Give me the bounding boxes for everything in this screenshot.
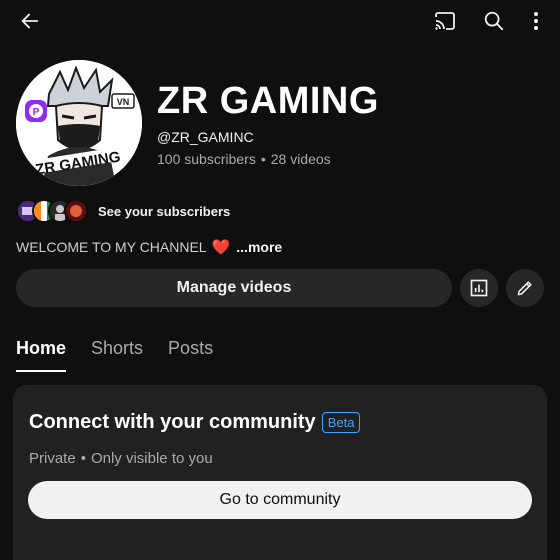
community-title-text: Connect with your community xyxy=(29,411,316,433)
avatar-badge-text: VN xyxy=(117,97,130,107)
description-text: WELCOME TO MY CHANNEL xyxy=(16,239,207,255)
analytics-button[interactable] xyxy=(460,269,498,307)
go-to-community-label: Go to community xyxy=(219,491,341,508)
tab-posts[interactable]: Posts xyxy=(168,336,213,372)
more-link[interactable]: ...more xyxy=(236,239,282,255)
subscriber-count: 100 subscribers xyxy=(157,151,256,167)
subscriber-avatar-stack xyxy=(16,199,88,223)
heart-emoji: ❤️ xyxy=(211,239,231,256)
see-subscribers-row[interactable]: See your subscribers xyxy=(16,198,230,224)
beta-badge: Beta xyxy=(321,412,361,433)
svg-text:P: P xyxy=(33,107,40,118)
visibility-label: Only visible to you xyxy=(90,450,213,467)
channel-tabs: Home Shorts Posts xyxy=(16,336,238,372)
more-vertical-icon[interactable] xyxy=(524,6,548,36)
manage-videos-label: Manage videos xyxy=(176,279,292,296)
channel-handle: @ZR_GAMINC xyxy=(157,129,254,145)
tab-home[interactable]: Home xyxy=(16,336,67,372)
back-arrow-icon[interactable] xyxy=(14,6,46,36)
cast-icon[interactable] xyxy=(430,6,460,36)
channel-stats: 100 subscribers • 28 videos xyxy=(157,151,331,167)
see-subscribers-link[interactable]: See your subscribers xyxy=(98,204,230,219)
tab-shorts[interactable]: Shorts xyxy=(91,336,143,372)
subscriber-avatar xyxy=(64,199,88,223)
video-count: 28 videos xyxy=(270,151,331,167)
channel-description[interactable]: WELCOME TO MY CHANNEL ❤️ ...more xyxy=(16,238,282,256)
channel-name: ZR GAMING xyxy=(157,80,379,122)
community-card-title: Connect with your community Beta xyxy=(29,411,361,434)
search-icon[interactable] xyxy=(479,6,509,36)
stats-separator: • xyxy=(260,151,266,167)
channel-avatar[interactable]: ZR GAMING P VN xyxy=(16,60,142,186)
community-privacy-note: Private • Only visible to you xyxy=(29,450,213,467)
manage-videos-button[interactable]: Manage videos xyxy=(16,269,452,307)
channel-avatar-image: ZR GAMING P VN xyxy=(16,60,142,186)
edit-pencil-icon xyxy=(517,281,532,296)
community-card: Connect with your community Beta Private… xyxy=(13,385,547,560)
privacy-separator: • xyxy=(80,450,86,467)
privacy-label: Private xyxy=(29,450,76,467)
analytics-icon xyxy=(470,279,488,297)
top-app-bar xyxy=(0,0,560,42)
edit-channel-button[interactable] xyxy=(506,269,544,307)
go-to-community-button[interactable]: Go to community xyxy=(28,481,532,519)
